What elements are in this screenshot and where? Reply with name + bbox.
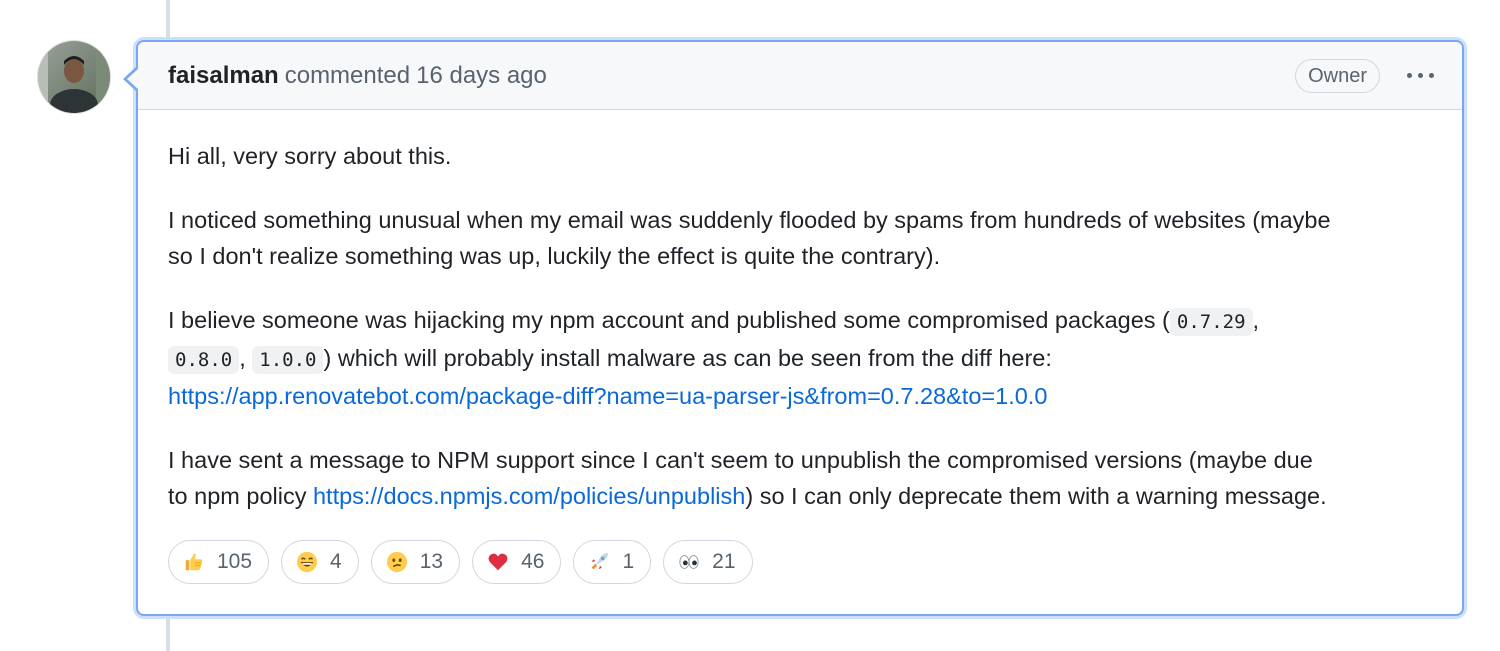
reaction-eyes[interactable]: 21: [663, 540, 753, 584]
renovate-diff-link[interactable]: https://app.renovatebot.com/package-diff…: [168, 383, 1047, 409]
comment-body: Hi all, very sorry about this. I noticed…: [138, 110, 1462, 514]
reaction-count: 46: [521, 550, 545, 573]
reaction-count: 105: [217, 550, 253, 573]
code-version-2: 0.8.0: [168, 346, 240, 374]
reaction-count: 4: [330, 550, 342, 573]
paragraph-1: Hi all, very sorry about this.: [168, 143, 452, 169]
code-version-3: 1.0.0: [252, 346, 324, 374]
author-link[interactable]: faisalman: [168, 62, 279, 90]
thumbs-up-icon: [185, 553, 203, 571]
confused-icon: [386, 551, 407, 573]
laugh-icon: [296, 551, 318, 573]
owner-badge: Owner: [1295, 58, 1380, 93]
reaction-rocket[interactable]: 1: [573, 540, 652, 584]
reaction-count: 13: [419, 550, 444, 573]
rocket-icon: [592, 552, 609, 570]
reaction-laugh[interactable]: 4: [281, 540, 359, 584]
code-version-1: 0.7.29: [1169, 308, 1253, 336]
comment-header: faisalman commented 16 days ago Owner: [138, 42, 1462, 110]
comment-box: faisalman commented 16 days ago Owner Hi…: [123, 40, 1464, 616]
reaction-count: 21: [712, 550, 736, 573]
reaction-count: 1: [622, 550, 635, 573]
heart-icon: [488, 553, 508, 571]
avatar[interactable]: [38, 41, 110, 113]
paragraph-4: I have sent a message to NPM support sin…: [168, 447, 1327, 509]
eyes-icon: [679, 555, 699, 569]
comment-timestamp[interactable]: 16 days ago: [416, 62, 547, 90]
paragraph-3: I believe someone was hijacking my npm a…: [168, 307, 1260, 409]
reaction-thumbs-up[interactable]: 105: [168, 540, 270, 584]
paragraph-2: I noticed something unusual when my emai…: [168, 207, 1331, 269]
comment-action: commented: [284, 61, 411, 89]
reactions-bar: 105 4 13 46 1 21: [168, 540, 753, 584]
reaction-heart[interactable]: 46: [472, 540, 562, 584]
kebab-horizontal-icon[interactable]: [1402, 64, 1438, 88]
reaction-confused[interactable]: 13: [370, 540, 461, 584]
npm-policy-link[interactable]: https://docs.npmjs.com/policies/unpublis…: [313, 483, 745, 509]
